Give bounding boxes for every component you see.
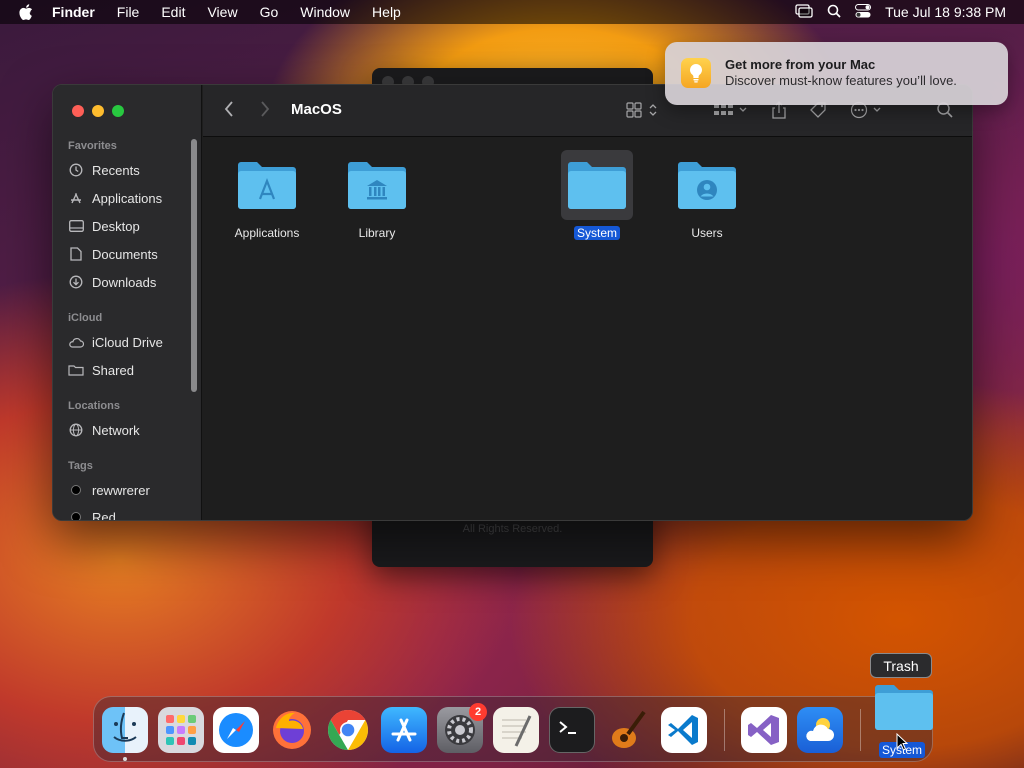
apple-menu-icon[interactable] bbox=[0, 4, 52, 20]
spotlight-search-icon[interactable] bbox=[827, 4, 841, 21]
notification-badge: 2 bbox=[469, 703, 487, 721]
sidebar-item-label: Documents bbox=[92, 246, 158, 262]
app-menu-finder[interactable]: Finder bbox=[52, 0, 106, 24]
safari-app-icon[interactable] bbox=[213, 707, 259, 753]
minimize-window-button[interactable] bbox=[92, 105, 104, 117]
sidebar-item-network[interactable]: Network bbox=[68, 418, 188, 442]
applications-folder-icon bbox=[231, 150, 303, 220]
folder-users[interactable]: Users bbox=[662, 150, 752, 242]
sidebar-item-downloads[interactable]: Downloads bbox=[68, 270, 188, 294]
finder-app-icon[interactable] bbox=[102, 707, 148, 753]
terminal-app-icon[interactable] bbox=[549, 707, 595, 753]
menu-edit[interactable]: Edit bbox=[150, 0, 196, 24]
notification-body: Discover must-know features you’ll love. bbox=[725, 73, 957, 88]
menu-bar-clock[interactable]: Tue Jul 18 9:38 PM bbox=[885, 4, 1006, 20]
sidebar-item-label: Shared bbox=[92, 362, 134, 378]
sidebar-scrollbar[interactable] bbox=[191, 139, 197, 392]
sidebar-item-label: Network bbox=[92, 422, 140, 438]
document-icon bbox=[68, 246, 84, 262]
close-window-button[interactable] bbox=[72, 105, 84, 117]
textedit-app-icon[interactable] bbox=[493, 707, 539, 753]
window-controls bbox=[72, 105, 124, 117]
sidebar-item-label: rewwrerer bbox=[92, 482, 150, 498]
forward-button[interactable] bbox=[259, 100, 271, 124]
back-button[interactable] bbox=[223, 100, 235, 124]
sidebar-item-label: Desktop bbox=[92, 218, 140, 234]
sidebar-item-label: Downloads bbox=[92, 274, 157, 290]
menu-file[interactable]: File bbox=[106, 0, 151, 24]
window-title: MacOS bbox=[291, 101, 342, 118]
running-indicator bbox=[123, 757, 127, 761]
clock-icon bbox=[68, 162, 84, 178]
sidebar-header-icloud: iCloud bbox=[68, 312, 103, 324]
sidebar-item-icloud-drive[interactable]: iCloud Drive bbox=[68, 330, 188, 354]
folder-icon bbox=[561, 150, 633, 220]
dock: 2 bbox=[93, 696, 933, 762]
firefox-app-icon[interactable] bbox=[269, 707, 315, 753]
sidebar-header-tags: Tags bbox=[68, 460, 93, 472]
folder-applications[interactable]: Applications bbox=[222, 150, 312, 242]
vscode-app-icon[interactable] bbox=[661, 707, 707, 753]
control-center-icon[interactable] bbox=[855, 3, 872, 21]
screen-mirroring-icon[interactable] bbox=[795, 3, 813, 21]
sidebar-item-applications[interactable]: Applications bbox=[68, 186, 188, 210]
folder-library[interactable]: Library bbox=[332, 150, 422, 242]
sidebar-item-label: Applications bbox=[92, 190, 163, 206]
dock-separator bbox=[860, 709, 861, 751]
folder-system[interactable]: System bbox=[552, 150, 642, 242]
tag-color-dot-icon bbox=[68, 482, 84, 498]
library-folder-icon bbox=[341, 150, 413, 220]
chrome-app-icon[interactable] bbox=[325, 707, 371, 753]
menu-help[interactable]: Help bbox=[361, 0, 412, 24]
sidebar-item-tag[interactable]: Red bbox=[68, 505, 188, 521]
sidebar-item-label: Recents bbox=[92, 162, 140, 178]
dock-tooltip: Trash bbox=[870, 653, 932, 678]
notification-banner[interactable]: Get more from your Mac Discover must-kno… bbox=[665, 42, 1008, 105]
sidebar-item-recents[interactable]: Recents bbox=[68, 158, 188, 182]
visual-studio-app-icon[interactable] bbox=[741, 707, 787, 753]
sidebar-item-tag[interactable]: rewwrerer bbox=[68, 478, 188, 502]
folder-label: Users bbox=[691, 226, 723, 240]
background-window-footer: All Rights Reserved. bbox=[462, 523, 563, 535]
app-store-app-icon[interactable] bbox=[381, 707, 427, 753]
menu-view[interactable]: View bbox=[196, 0, 248, 24]
sidebar-item-documents[interactable]: Documents bbox=[68, 242, 188, 266]
finder-window[interactable]: Favorites Recents Applications Desktop D… bbox=[52, 84, 973, 521]
menu-go[interactable]: Go bbox=[249, 0, 290, 24]
folder-label: Library bbox=[358, 226, 396, 240]
dragged-folder-icon[interactable] bbox=[873, 682, 935, 737]
lightbulb-icon bbox=[681, 58, 711, 88]
sidebar-item-label: iCloud Drive bbox=[92, 334, 163, 350]
notification-title: Get more from your Mac bbox=[725, 57, 876, 72]
desktop-icon bbox=[68, 218, 84, 234]
zoom-window-button[interactable] bbox=[112, 105, 124, 117]
menu-window[interactable]: Window bbox=[289, 0, 361, 24]
sidebar-item-shared[interactable]: Shared bbox=[68, 358, 188, 382]
garageband-app-icon[interactable] bbox=[605, 707, 651, 753]
users-folder-icon bbox=[671, 150, 743, 220]
dock-separator bbox=[724, 709, 725, 751]
download-icon bbox=[68, 274, 84, 290]
globe-icon bbox=[68, 422, 84, 438]
cloud-icon bbox=[68, 334, 84, 350]
folder-label: System bbox=[573, 226, 620, 240]
mouse-pointer-icon bbox=[896, 732, 909, 756]
sidebar-header-locations: Locations bbox=[68, 400, 120, 412]
applications-icon bbox=[68, 190, 84, 206]
menu-bar: Finder File Edit View Go Window Help Tue… bbox=[0, 0, 1024, 24]
view-mode-icon-grid[interactable] bbox=[626, 101, 660, 124]
weather-app-icon[interactable] bbox=[797, 707, 843, 753]
finder-content[interactable]: Applications Library System Users bbox=[203, 138, 972, 520]
folder-label: Applications bbox=[234, 226, 300, 240]
finder-sidebar: Favorites Recents Applications Desktop D… bbox=[53, 85, 202, 520]
sidebar-item-label: Red bbox=[92, 509, 116, 521]
tag-color-dot-icon bbox=[68, 509, 84, 520]
shared-folder-icon bbox=[68, 362, 84, 378]
sidebar-header-favorites: Favorites bbox=[68, 140, 117, 152]
launchpad-app-icon[interactable] bbox=[158, 707, 204, 753]
sidebar-item-desktop[interactable]: Desktop bbox=[68, 214, 188, 238]
